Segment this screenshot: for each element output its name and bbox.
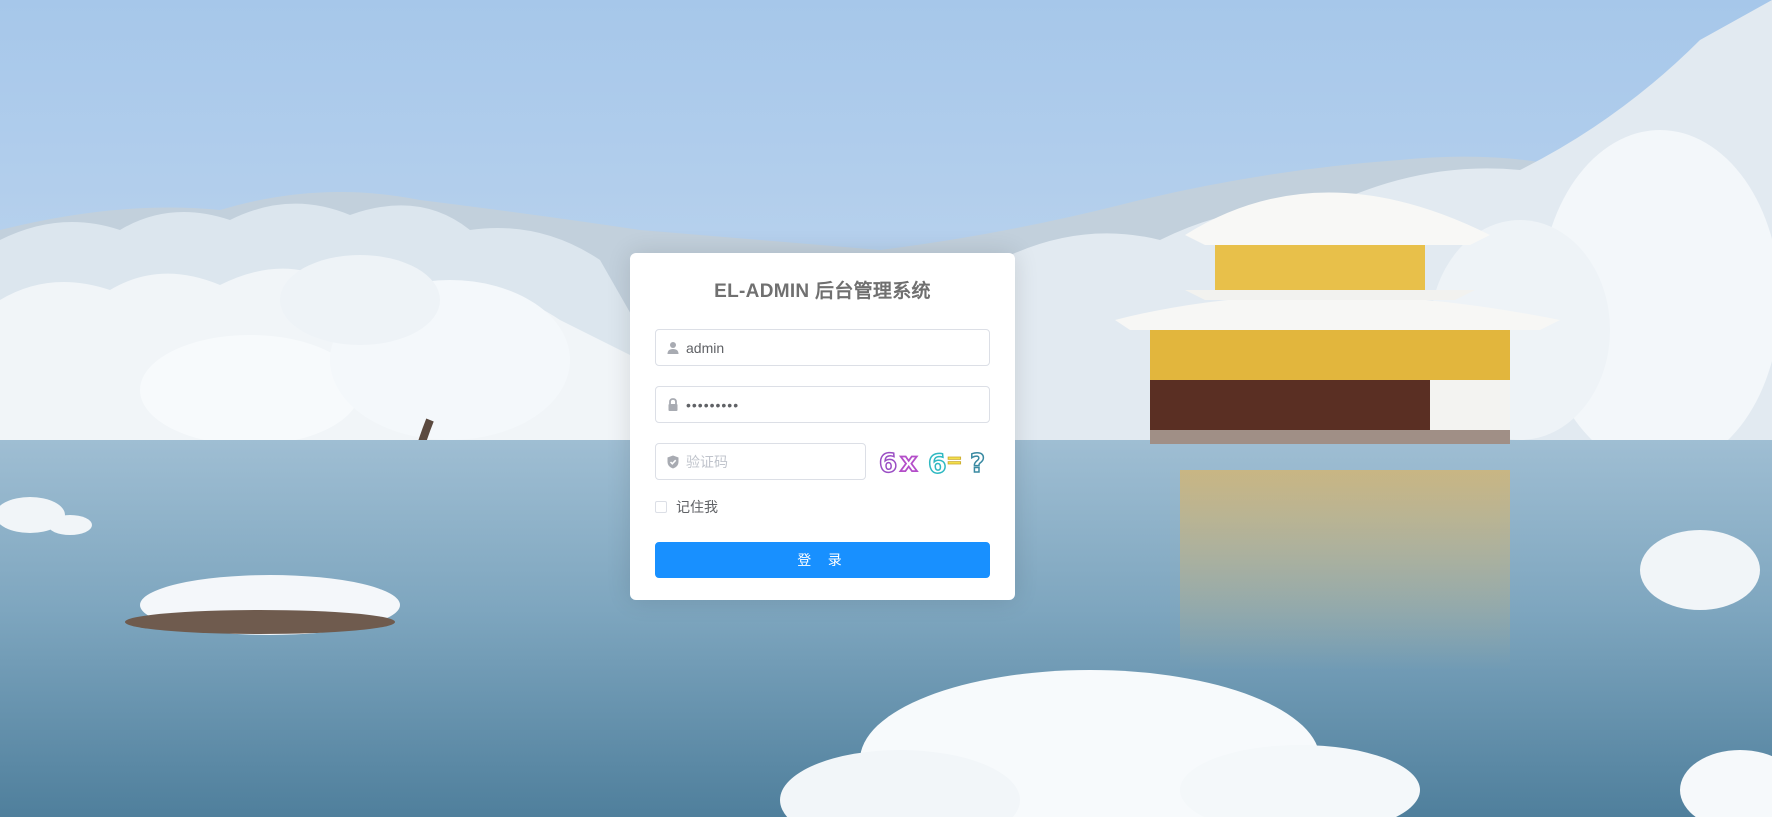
password-input[interactable] <box>686 387 976 422</box>
login-card: EL-ADMIN 后台管理系统 6 x 6 = ? 记住我 <box>630 253 1015 600</box>
user-icon <box>667 342 679 354</box>
remember-me[interactable]: 记住我 <box>655 499 718 516</box>
svg-text:?: ? <box>970 449 985 479</box>
svg-text:6: 6 <box>927 449 948 479</box>
svg-text:=: = <box>946 448 963 472</box>
remember-checkbox[interactable] <box>655 501 667 513</box>
code-field[interactable] <box>655 443 866 480</box>
remember-label: 记住我 <box>676 500 718 516</box>
lock-icon <box>668 398 678 411</box>
svg-text:6: 6 <box>878 448 898 479</box>
svg-text:x: x <box>900 447 917 478</box>
code-input[interactable] <box>686 444 856 479</box>
login-button[interactable]: 登 录 <box>655 542 990 578</box>
password-field[interactable] <box>655 386 990 423</box>
username-field[interactable] <box>655 329 990 366</box>
username-input[interactable] <box>686 330 976 365</box>
page-title: EL-ADMIN 后台管理系统 <box>714 281 931 302</box>
captcha-image[interactable]: 6 x 6 = ? <box>878 443 992 479</box>
shield-icon <box>667 455 679 469</box>
